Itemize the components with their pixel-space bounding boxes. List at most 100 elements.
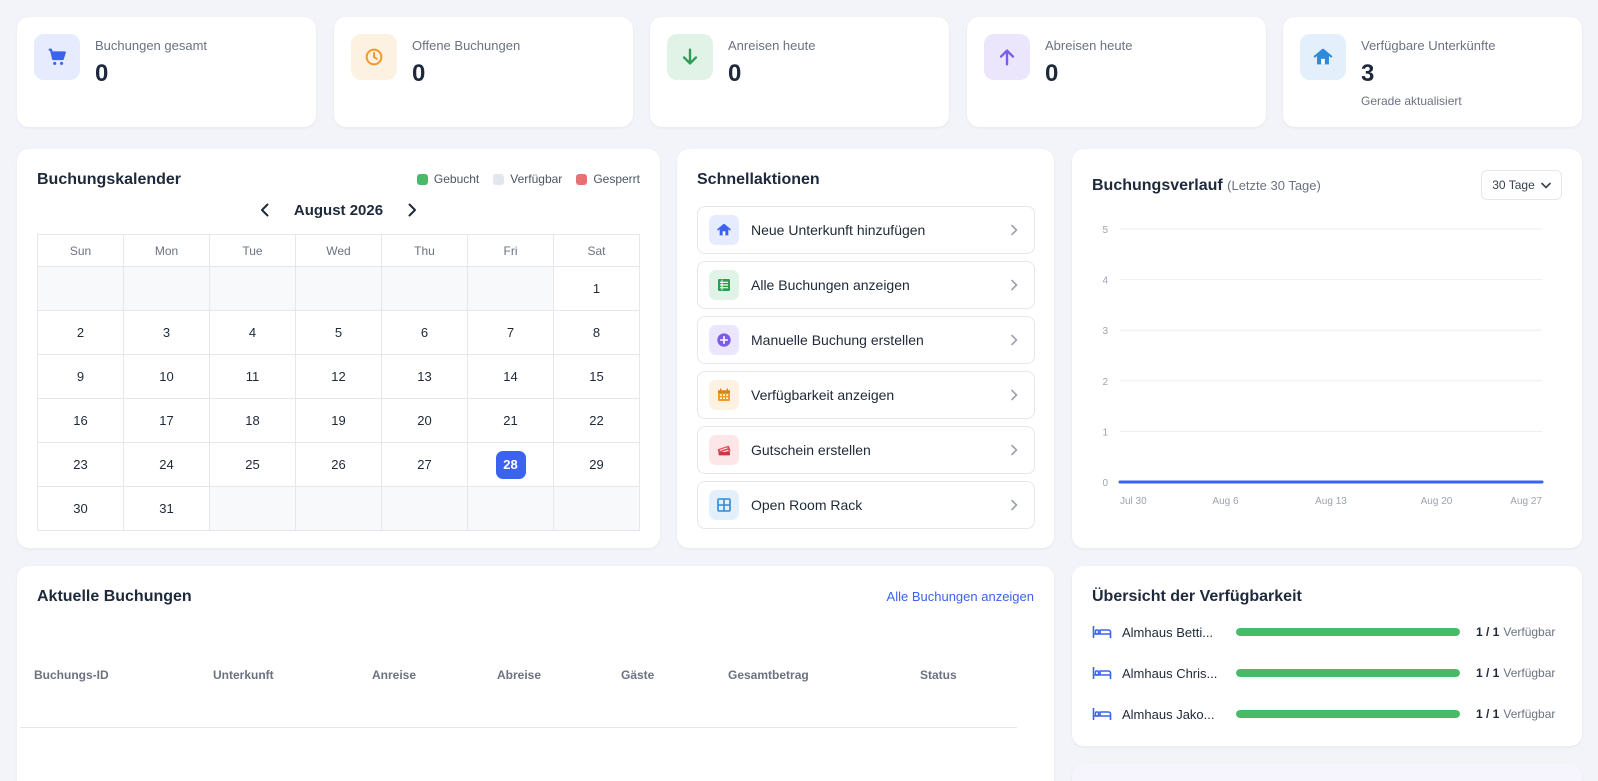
calendar-day[interactable]: 8 bbox=[553, 310, 640, 355]
calendar-day[interactable]: 10 bbox=[123, 354, 210, 399]
recent-bookings-title: Aktuelle Buchungen bbox=[37, 588, 192, 605]
calendar-day[interactable]: 17 bbox=[123, 398, 210, 443]
calendar-day-number: 11 bbox=[245, 369, 260, 384]
legend-label: Gebucht bbox=[433, 172, 480, 186]
quick-action-all-bookings[interactable]: Alle Buchungen anzeigen bbox=[697, 261, 1035, 309]
col-status[interactable]: Status bbox=[920, 668, 957, 682]
availability-count: 1 / 1 bbox=[1476, 625, 1500, 639]
legend-label: Verfügbar bbox=[510, 172, 563, 186]
calendar-day[interactable]: 1 bbox=[553, 266, 640, 311]
calendar-day[interactable]: 11 bbox=[209, 354, 296, 399]
calendar-week-row: 30 31 bbox=[37, 486, 640, 531]
calendar-day[interactable]: 25 bbox=[209, 442, 296, 487]
house-icon bbox=[1300, 34, 1346, 80]
quick-action-create-voucher[interactable]: Gutschein erstellen bbox=[697, 426, 1035, 474]
calendar-day-number: 6 bbox=[420, 325, 429, 340]
calendar-day[interactable]: 20 bbox=[381, 398, 468, 443]
calendar-day[interactable]: 14 bbox=[467, 354, 554, 399]
calendar-day[interactable]: 3 bbox=[123, 310, 210, 355]
col-accommodation[interactable]: Unterkunft bbox=[213, 668, 274, 682]
calendar-day[interactable]: 9 bbox=[37, 354, 124, 399]
availability-row[interactable]: Almhaus Jako... 1 / 1 Verfügbar bbox=[1092, 704, 1562, 724]
calendar-day[interactable]: 16 bbox=[37, 398, 124, 443]
booking-calendar-card: Buchungskalender Gebucht Verfügbar Gespe… bbox=[17, 149, 660, 548]
x-tick-label: Aug 13 bbox=[1315, 496, 1347, 507]
stat-subtext: Gerade aktualisiert bbox=[1361, 94, 1462, 108]
calendar-day-number: 21 bbox=[503, 413, 518, 428]
range-select[interactable]: 30 Tage bbox=[1481, 170, 1562, 200]
chevron-left-icon[interactable] bbox=[256, 201, 274, 219]
calendar-day[interactable]: 7 bbox=[467, 310, 554, 355]
col-guests[interactable]: Gäste bbox=[621, 668, 654, 682]
availability-row[interactable]: Almhaus Betti... 1 / 1 Verfügbar bbox=[1092, 622, 1562, 642]
calendar-day-number: 18 bbox=[245, 413, 260, 428]
calendar-empty-cell bbox=[553, 486, 640, 531]
calendar-grid: Sun Mon Tue Wed Thu Fri Sat 1 2 3 4 5 6 7 8 9 10 11 12 13 1… bbox=[37, 234, 640, 531]
bed-icon bbox=[1092, 707, 1112, 721]
quick-action-manual-booking[interactable]: Manuelle Buchung erstellen bbox=[697, 316, 1035, 364]
calendar-day-number: 3 bbox=[162, 325, 171, 340]
col-departure[interactable]: Abreise bbox=[497, 668, 541, 682]
legend-blocked: Gesperrt bbox=[576, 172, 640, 186]
availability-bar-fill bbox=[1236, 710, 1460, 718]
list-icon bbox=[709, 270, 739, 300]
calendar-empty-cell bbox=[295, 486, 382, 531]
calendar-day[interactable]: 12 bbox=[295, 354, 382, 399]
calendar-day-number: 24 bbox=[159, 457, 174, 472]
calendar-week-row: 1 bbox=[37, 266, 640, 311]
calendar-day[interactable]: 30 bbox=[37, 486, 124, 531]
chevron-right-icon bbox=[1010, 224, 1018, 236]
calendar-day-number: 13 bbox=[417, 369, 432, 384]
calendar-empty-cell bbox=[209, 266, 296, 311]
calendar-day[interactable]: 22 bbox=[553, 398, 640, 443]
calendar-day[interactable]: 24 bbox=[123, 442, 210, 487]
stat-label: Buchungen gesamt bbox=[95, 38, 208, 53]
col-arrival[interactable]: Anreise bbox=[372, 668, 416, 682]
calendar-empty-cell bbox=[123, 266, 210, 311]
calendar-day[interactable]: 6 bbox=[381, 310, 468, 355]
grid-icon bbox=[709, 490, 739, 520]
quick-action-show-availability[interactable]: Verfügbarkeit anzeigen bbox=[697, 371, 1035, 419]
calendar-day[interactable]: 21 bbox=[467, 398, 554, 443]
calendar-day[interactable]: 13 bbox=[381, 354, 468, 399]
col-booking-id[interactable]: Buchungs-ID bbox=[34, 668, 109, 682]
stat-value: 0 bbox=[95, 60, 109, 87]
calendar-day[interactable]: 31 bbox=[123, 486, 210, 531]
availability-row[interactable]: Almhaus Chris... 1 / 1 Verfügbar bbox=[1092, 663, 1562, 683]
x-tick-label: Aug 6 bbox=[1212, 496, 1239, 507]
stat-card-arrivals-today: Anreisen heute 0 bbox=[650, 17, 949, 127]
x-tick-label: Aug 27 bbox=[1510, 496, 1542, 507]
chevron-right-icon[interactable] bbox=[403, 201, 421, 219]
stat-value: 0 bbox=[412, 60, 426, 87]
calendar-day[interactable]: 23 bbox=[37, 442, 124, 487]
all-bookings-link[interactable]: Alle Buchungen anzeigen bbox=[887, 589, 1034, 604]
calendar-day[interactable]: 4 bbox=[209, 310, 296, 355]
quick-action-room-rack[interactable]: Open Room Rack bbox=[697, 481, 1035, 529]
bed-icon bbox=[1092, 625, 1112, 639]
calendar-day[interactable]: 19 bbox=[295, 398, 382, 443]
calendar-day[interactable]: 27 bbox=[381, 442, 468, 487]
calendar-empty-cell bbox=[381, 266, 468, 311]
calendar-day[interactable]: 18 bbox=[209, 398, 296, 443]
calendar-week-row: 2 3 4 5 6 7 8 bbox=[37, 310, 640, 355]
stat-label: Offene Buchungen bbox=[412, 38, 521, 53]
calendar-day[interactable]: 5 bbox=[295, 310, 382, 355]
calendar-day-number: 2 bbox=[76, 325, 85, 340]
calendar-day-number: 7 bbox=[506, 325, 515, 340]
quick-action-label: Manuelle Buchung erstellen bbox=[751, 332, 924, 348]
col-total[interactable]: Gesamtbetrag bbox=[728, 668, 809, 682]
calendar-nav: August 2026 bbox=[17, 201, 660, 219]
calendar-day[interactable]: 29 bbox=[553, 442, 640, 487]
weekday-header: Fri bbox=[467, 234, 554, 267]
calendar-day-number: 10 bbox=[159, 369, 174, 384]
calendar-day[interactable]: 15 bbox=[553, 354, 640, 399]
calendar-day[interactable]: 28 bbox=[467, 442, 554, 487]
y-tick-label: 1 bbox=[1102, 427, 1108, 438]
quick-action-add-accommodation[interactable]: Neue Unterkunft hinzufügen bbox=[697, 206, 1035, 254]
calendar-day[interactable]: 26 bbox=[295, 442, 382, 487]
house-icon bbox=[709, 215, 739, 245]
legend-label: Gesperrt bbox=[593, 172, 640, 186]
y-tick-label: 2 bbox=[1102, 377, 1108, 388]
quick-actions-card: Schnellaktionen Neue Unterkunft hinzufüg… bbox=[677, 149, 1054, 548]
calendar-day[interactable]: 2 bbox=[37, 310, 124, 355]
